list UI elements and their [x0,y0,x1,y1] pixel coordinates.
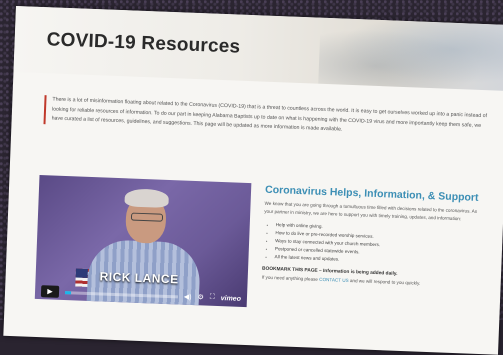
video-player[interactable]: RICK LANCE ▶ ◀) ⚙ ⛶ vimeo [34,175,252,308]
speaker-hair [124,188,170,208]
speaker-glasses [130,212,164,222]
notice-paragraph: There is a lot of misinformation floatin… [43,95,493,141]
support-intro: We know that you are going through a tum… [264,200,478,221]
settings-icon[interactable]: ⚙ [197,293,204,301]
contact-us-link[interactable]: CONTACT US [319,277,349,283]
fullscreen-icon[interactable]: ⛶ [210,294,215,302]
support-section: Coronavirus Helps, Information, & Suppor… [262,184,486,288]
webpage: COVID-19 Resources There is a lot of mis… [3,6,503,355]
video-progress-bar[interactable] [64,290,178,298]
volume-icon[interactable]: ◀) [184,293,192,301]
support-list: Help with online giving. How to do live … [262,221,483,269]
vimeo-logo[interactable]: vimeo [221,295,241,303]
video-controls: ▶ ◀) ⚙ ⛶ vimeo [35,283,247,307]
contact-prefix: If you need anything please [261,274,319,282]
contact-suffix: and we will respond to you quickly. [349,278,421,286]
video-name-banner: RICK LANCE [99,269,179,287]
page-title: COVID-19 Resources [46,29,241,58]
video-progress-fill [64,290,71,294]
play-button[interactable]: ▶ [40,285,60,298]
play-icon: ▶ [47,288,53,296]
